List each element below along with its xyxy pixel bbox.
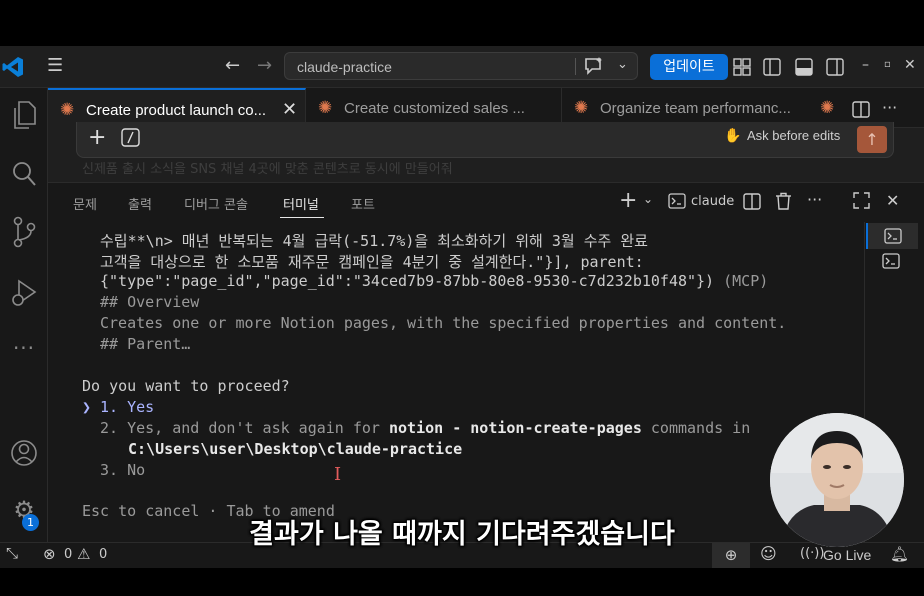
terminal-instance-icon[interactable]	[866, 223, 918, 249]
letterbox-bottom	[0, 568, 924, 596]
update-button[interactable]: 업데이트	[650, 54, 728, 80]
ask-before-edits-button[interactable]: Ask before edits	[747, 128, 840, 143]
video-subtitle: 결과가 나올 때까지 기다려주겠습니다	[249, 519, 675, 550]
more-views-icon[interactable]: ···	[0, 336, 48, 360]
slash-command-icon[interactable]	[121, 128, 141, 152]
option-yes[interactable]: 1. Yes	[100, 398, 154, 416]
vscode-logo-icon	[2, 56, 24, 78]
explorer-icon[interactable]	[0, 100, 48, 136]
faded-prompt-text: 신제품 출시 소식을 SNS 채널 4곳에 맞춘 콘텐츠로 동시에 만들어줘	[82, 162, 453, 177]
send-button[interactable]: ↑	[857, 126, 887, 153]
terminal-icon	[668, 193, 686, 213]
menu-icon[interactable]: ☰	[47, 57, 63, 75]
tab-label: Organize team performanc...	[600, 100, 791, 117]
proceed-question: Do you want to proceed?	[82, 377, 290, 395]
option-path: C:\Users\user\Desktop\claude-practice	[128, 440, 463, 458]
command-center-search[interactable]: claude-practice ⌄	[284, 52, 638, 80]
selection-marker: ❯	[82, 398, 92, 416]
new-terminal-icon[interactable]: +	[619, 188, 637, 213]
toggle-sidebar-icon[interactable]	[763, 58, 781, 80]
option-yes-dont-ask[interactable]: 2. Yes, and don't ask again for notion -…	[100, 419, 750, 437]
more-actions-icon[interactable]: ···	[882, 98, 897, 117]
claude-spark-icon: ✺	[574, 98, 589, 117]
claude-spark-icon: ✺	[318, 98, 333, 117]
search-separator	[575, 58, 576, 75]
terminal-line: 고객을 대상으로 한 소모품 재주문 캠페인을 4분기 중 설계한다."}], …	[100, 253, 644, 271]
chat-icon[interactable]	[583, 56, 605, 80]
terminal-json: {"type":"page_id","page_id":"34ced7b9-87…	[100, 272, 715, 290]
add-icon[interactable]: +	[88, 125, 106, 150]
terminal-mcp-label: (MCP)	[714, 272, 769, 290]
chevron-down-icon[interactable]: ⌄	[617, 57, 628, 72]
tab-problems[interactable]: 문제	[73, 194, 97, 213]
option-command: notion - notion-create-pages	[388, 419, 642, 437]
option-text: 2. Yes, and don't ask again for	[100, 419, 389, 437]
trash-icon[interactable]	[775, 192, 792, 214]
run-debug-icon[interactable]	[0, 278, 48, 314]
search-icon[interactable]	[0, 160, 48, 194]
claude-spark-icon[interactable]: ✺	[820, 98, 834, 118]
terminal-line: ## Overview	[100, 293, 200, 311]
tab-label: Create product launch co...	[86, 102, 267, 119]
tab-label: Create customized sales ...	[344, 100, 525, 117]
minimize-icon[interactable]: –	[862, 58, 869, 72]
toggle-secondary-sidebar-icon[interactable]	[826, 58, 844, 80]
terminal-line: {"type":"page_id","page_id":"34ced7b9-87…	[100, 272, 768, 290]
tab-ports[interactable]: 포트	[351, 194, 375, 213]
tab-output[interactable]: 출력	[128, 194, 152, 213]
terminal-instance-icon[interactable]	[882, 253, 900, 273]
hand-icon: ✋	[724, 128, 742, 144]
source-control-icon[interactable]	[0, 216, 48, 254]
terminal-name[interactable]: claude	[691, 194, 734, 209]
split-terminal-icon[interactable]	[743, 193, 761, 214]
option-text: commands in	[641, 419, 751, 437]
terminal-line: 수립**\n> 매년 반복되는 4월 급락(-51.7%)을 최소화하기 위해 …	[100, 232, 648, 250]
account-icon[interactable]	[0, 438, 48, 474]
back-arrow-icon[interactable]: ←	[225, 57, 240, 75]
panel-header	[48, 182, 924, 222]
text-cursor-icon: I	[334, 464, 342, 485]
terminal-line: Creates one or more Notion pages, with t…	[100, 314, 787, 332]
chevron-down-icon[interactable]: ⌄	[643, 192, 653, 206]
maximize-panel-icon[interactable]	[853, 192, 870, 213]
close-panel-icon[interactable]: ✕	[886, 191, 899, 210]
active-tab-indicator	[280, 217, 324, 218]
close-window-icon[interactable]: ✕	[904, 58, 916, 72]
claude-spark-icon: ✺	[60, 100, 75, 119]
close-tab-icon[interactable]: ✕	[282, 99, 297, 120]
option-no[interactable]: 3. No	[100, 461, 145, 479]
split-editor-icon[interactable]	[852, 101, 870, 122]
tab-debug-console[interactable]: 디버그 콘솔	[184, 194, 248, 213]
letterbox-top	[0, 0, 924, 46]
restore-icon[interactable]: ▫	[884, 60, 891, 70]
more-actions-icon[interactable]: ···	[807, 190, 822, 209]
tab-terminal[interactable]: 터미널	[283, 194, 319, 213]
search-text: claude-practice	[297, 59, 392, 75]
toggle-panel-icon[interactable]	[795, 58, 813, 80]
forward-arrow-icon[interactable]: →	[257, 57, 272, 75]
terminal-line: ## Parent…	[100, 335, 191, 353]
layout-customize-icon[interactable]	[733, 58, 751, 80]
